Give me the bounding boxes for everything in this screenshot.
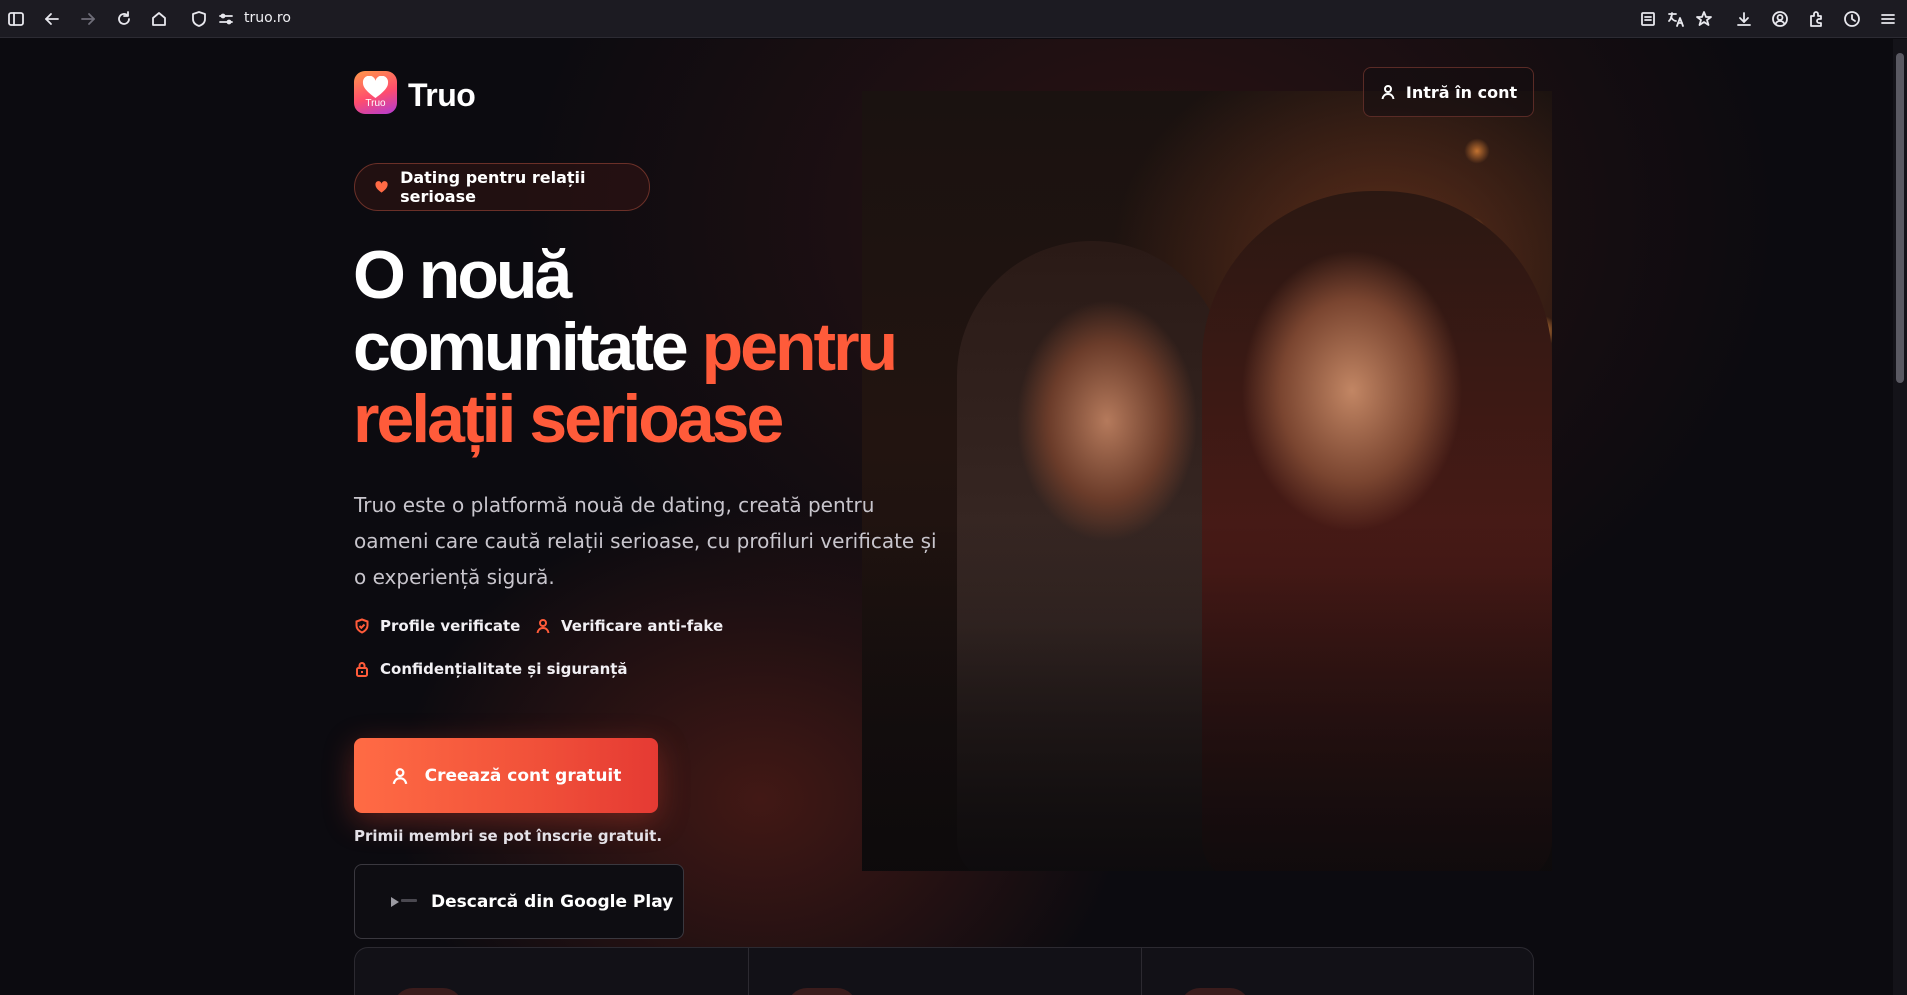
login-label: Intră în cont	[1405, 82, 1518, 102]
login-button[interactable]: Intră în cont	[1363, 67, 1534, 117]
account-icon[interactable]	[1768, 7, 1792, 31]
logo[interactable]: Truo	[354, 71, 397, 114]
title-plain: comunitate	[353, 309, 702, 385]
card-divider	[1141, 948, 1142, 995]
heart-icon	[362, 76, 389, 98]
sidebar-icon[interactable]	[4, 7, 28, 31]
feature-label: Confidențialitate și siguranță	[380, 660, 628, 678]
hero-photo	[862, 91, 1552, 871]
feature-anti-fake: Verificare anti-fake	[535, 617, 723, 635]
heart-icon	[375, 181, 388, 193]
brand-name[interactable]: Truo	[408, 77, 476, 114]
home-icon[interactable]	[147, 7, 171, 31]
card-icon	[1180, 988, 1250, 995]
shield-check-icon	[355, 618, 369, 634]
feature-verified-profiles: Profile verificate	[354, 617, 520, 635]
forward-icon[interactable]	[76, 7, 100, 31]
extensions-icon[interactable]	[1804, 7, 1828, 31]
card-divider	[748, 948, 749, 995]
title-line-2: comunitate pentru	[353, 311, 973, 383]
google-play-icon	[391, 896, 417, 908]
google-play-label: Descarcă din Google Play	[431, 891, 674, 912]
title-line-1: O nouă	[353, 237, 572, 313]
back-icon[interactable]	[40, 7, 64, 31]
lock-icon	[356, 662, 368, 677]
photo-shade	[862, 91, 1552, 871]
logo-text: Truo	[365, 98, 386, 109]
feature-label: Profile verificate	[380, 617, 521, 635]
bookmark-star-icon[interactable]	[1692, 7, 1716, 31]
shield-icon[interactable]	[187, 7, 211, 31]
url-bar[interactable]: truo.ro	[244, 10, 291, 26]
browser-toolbar: truo.ro	[0, 0, 1907, 38]
feature-privacy: Confidențialitate și siguranță	[354, 660, 628, 678]
menu-icon[interactable]	[1876, 7, 1900, 31]
user-icon	[1381, 85, 1395, 100]
card-icon	[787, 988, 857, 995]
card-icon	[393, 988, 463, 995]
hero-description: Truo este o platformă nouă de dating, cr…	[354, 493, 937, 589]
user-icon	[536, 619, 550, 634]
badge-label: Dating pentru relații serioase	[400, 168, 586, 206]
scrollbar-thumb[interactable]	[1896, 53, 1904, 383]
scrollbar[interactable]	[1893, 39, 1907, 995]
hero-badge: Dating pentru relații serioase	[354, 163, 650, 211]
history-icon[interactable]	[1840, 7, 1864, 31]
google-play-button[interactable]: Descarcă din Google Play	[354, 864, 684, 939]
reader-icon[interactable]	[1636, 7, 1660, 31]
user-icon	[392, 767, 407, 784]
title-accent: pentru	[701, 309, 899, 385]
reload-icon[interactable]	[112, 7, 136, 31]
feature-cards-strip	[354, 947, 1534, 995]
title-line-3: relații serioase	[353, 381, 784, 457]
translate-icon[interactable]	[1664, 7, 1688, 31]
permissions-icon[interactable]	[214, 7, 238, 31]
hero-title: O nouă comunitate pentru relații serioas…	[353, 239, 973, 455]
page-content: Truo Truo Intră în cont Dating pentru re…	[0, 39, 1907, 995]
cta-label: Creează cont gratuit	[424, 765, 622, 786]
create-account-button[interactable]: Creează cont gratuit	[354, 738, 658, 813]
feature-label: Verificare anti-fake	[561, 617, 724, 635]
cta-note: Primii membri se pot înscrie gratuit.	[354, 827, 663, 845]
download-icon[interactable]	[1732, 7, 1756, 31]
